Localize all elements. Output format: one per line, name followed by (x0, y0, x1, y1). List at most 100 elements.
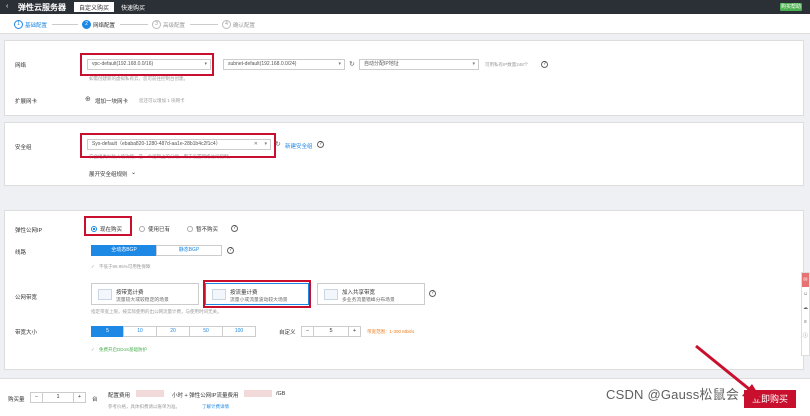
chat-icon[interactable]: ✉ (802, 273, 809, 287)
add-icon[interactable]: ⊕ (85, 95, 91, 103)
list-icon[interactable]: ≡ (802, 315, 809, 329)
custom-label: 自定义 (279, 330, 296, 336)
card-title: 加入共享带宽 (342, 290, 376, 296)
range-hint: 带宽范围：1-300 Mbit/s (367, 329, 415, 334)
tab-custom-buy[interactable]: 自定义购买 (74, 2, 115, 12)
bandwidth-label: 公网带宽 (15, 295, 38, 301)
cloud-icon[interactable]: ☁ (802, 301, 809, 315)
watermark: CSDN @Gauss松鼠会 (606, 387, 740, 402)
shared-icon (324, 289, 338, 300)
subnet-select[interactable]: subnet-default(192.168.0.0/24) ▾ (223, 59, 345, 70)
line-hint: 不低于99.95%可用性保障 (99, 264, 151, 269)
radio-dot (187, 226, 193, 232)
top-bar: ‹ 弹性云服务器 自定义购买 快速购买 购买帮助 (0, 0, 810, 14)
fee-unit2: /GB (276, 391, 286, 397)
feedback-icon[interactable]: ☺ (802, 287, 809, 301)
size-option-100[interactable]: 100 (222, 326, 256, 337)
info-icon[interactable]: ⓘ (802, 329, 809, 343)
plus-button[interactable]: + (348, 327, 360, 336)
size-option-20[interactable]: 20 (156, 326, 190, 337)
highlight-vpc (80, 53, 214, 76)
side-toolbar: ✉ ☺ ☁ ≡ ⓘ (801, 272, 810, 356)
page-title: 弹性云服务器 (18, 3, 66, 12)
radio-label: 使用已有 (148, 227, 171, 233)
size-option-5[interactable]: 5 (91, 326, 124, 337)
steps-bar: 1 基础配置 2 网络配置 3 高级配置 4 确认配置 (0, 14, 810, 34)
new-security-group-link[interactable]: 新建安全组 (285, 142, 313, 150)
refresh-icon[interactable]: ↻ (349, 60, 355, 68)
ddos-hint: 免费开启DDoS基础防护 (99, 347, 148, 352)
plus-button[interactable]: + (73, 393, 85, 402)
price-blur (136, 390, 164, 397)
network-label: 网络 (15, 63, 27, 69)
line-dynamic-bgp[interactable]: 全动态BGP (91, 245, 157, 256)
card-title: 按带宽计费 (116, 290, 144, 296)
price-detail-link[interactable]: 了解计费详情 (202, 404, 229, 410)
step-advanced[interactable]: 3 高级配置 (152, 20, 185, 29)
ext-nic-label: 扩展网卡 (15, 99, 38, 105)
qty-stepper[interactable]: − 1 + (30, 392, 86, 403)
highlight-buy-now (84, 216, 132, 236)
card-desc: 多业务流量错峰分布场景 (342, 298, 395, 303)
help-button[interactable]: 购买帮助 (780, 3, 802, 11)
bandwidth-icon (98, 289, 112, 300)
step-label: 高级配置 (163, 22, 186, 29)
radio-use-existing[interactable]: 使用已有 (139, 225, 170, 233)
step-label: 基础配置 (25, 22, 48, 29)
card-shared-bandwidth[interactable]: 加入共享带宽 多业务流量错峰分布场景 (317, 283, 425, 305)
arrow-left-icon[interactable]: ‹ (6, 3, 8, 10)
check-icon: ✓ (91, 347, 95, 352)
ref-hint: 参考价格，具体扣费请以账单为准。 (108, 404, 180, 409)
help-icon[interactable]: ? (227, 247, 234, 254)
subnet-value: subnet-default(192.168.0.0/24) (228, 61, 297, 67)
network-panel: 网络 vpc-default(192.168.0.0/16) ▾ subnet-… (4, 40, 804, 116)
step-basic[interactable]: 1 基础配置 (14, 20, 47, 29)
step-network[interactable]: 2 网络配置 (82, 20, 115, 29)
size-option-50[interactable]: 50 (189, 326, 223, 337)
ip-available-text: 可用私有IP数量248个 (485, 62, 529, 67)
help-icon[interactable]: ? (231, 225, 238, 232)
help-icon[interactable]: ? (541, 61, 548, 68)
line-label: 线路 (15, 250, 27, 256)
qty-value[interactable]: 1 (43, 393, 73, 402)
ip-mode-value: 自动分配IP地址 (364, 61, 399, 67)
radio-label: 暂不购买 (196, 227, 219, 233)
step-divider (190, 24, 218, 25)
chevron-down-icon: ▾ (472, 61, 475, 67)
add-nic-button[interactable]: 增加一块网卡 (95, 97, 128, 105)
add-nic-hint: 您还可以增加 1 块网卡 (139, 98, 185, 103)
minus-button[interactable]: − (31, 393, 43, 402)
check-icon: ✓ (91, 264, 95, 269)
bandwidth-stepper[interactable]: − 5 + (301, 326, 361, 337)
ip-mode-select[interactable]: 自动分配IP地址 ▾ (359, 59, 479, 70)
step-num: 2 (82, 20, 91, 29)
minus-button[interactable]: − (302, 327, 314, 336)
chevron-down-icon[interactable]: ⌄ (131, 169, 136, 176)
tab-quick-buy[interactable]: 快速购买 (116, 2, 150, 12)
help-icon[interactable]: ? (429, 290, 436, 297)
buy-now-button[interactable]: 立即购买 (744, 390, 796, 408)
size-option-10[interactable]: 10 (123, 326, 157, 337)
expand-rules-button[interactable]: 展开安全组规则 (89, 170, 128, 178)
highlight-security-group (80, 133, 276, 158)
step-confirm[interactable]: 4 确认配置 (222, 20, 255, 29)
fee-label: 配置费用 (108, 393, 131, 399)
step-divider (120, 24, 148, 25)
step-num: 1 (14, 20, 23, 29)
card-desc: 流量较大或较稳定的场景 (116, 298, 169, 303)
stepper-value[interactable]: 5 (314, 327, 348, 336)
vpc-hint: 如需创建新的虚拟私有云，您可前往控制台创建。 (89, 76, 188, 81)
card-bandwidth-billing[interactable]: 按带宽计费 流量较大或较稳定的场景 (91, 283, 199, 305)
eip-label: 弹性公网IP (15, 228, 43, 234)
help-icon[interactable]: ? (317, 141, 324, 148)
chevron-down-icon: ▾ (338, 61, 341, 67)
radio-dot (139, 226, 145, 232)
billing-hint: 指定带宽上限，按实际使用的出公网流量计费，与使用时间无关。 (91, 309, 222, 314)
radio-not-buy[interactable]: 暂不购买 (187, 225, 218, 233)
price-blur (244, 390, 272, 397)
highlight-traffic-billing (203, 280, 311, 308)
bandwidth-size-label: 带宽大小 (15, 330, 38, 336)
security-group-label: 安全组 (15, 145, 32, 151)
fee-unit: 小时 + 弹性公网IP流量费用 (172, 393, 239, 399)
line-static-bgp[interactable]: 静态BGP (156, 245, 222, 256)
